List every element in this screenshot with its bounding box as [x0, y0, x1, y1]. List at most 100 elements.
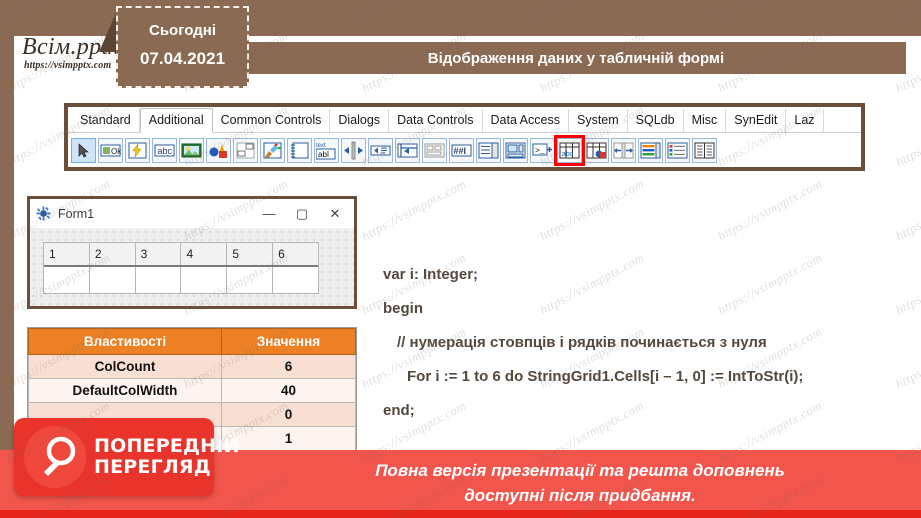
- palette-tab-system[interactable]: System: [569, 109, 628, 132]
- svg-text:>_: >_: [535, 147, 545, 156]
- form-designer-window: Form1 — ▢ ✕ 123456: [27, 196, 357, 309]
- grid-header-cell[interactable]: 2: [89, 243, 136, 265]
- grid-body-cell[interactable]: [89, 267, 136, 293]
- form-title-bar: Form1 — ▢ ✕: [30, 199, 354, 228]
- slide-title-bar: Відображення даних у табличній формі: [246, 42, 906, 74]
- property-name-cell: DefaultColWidth: [28, 378, 222, 403]
- component-palette: Standard Additional Common Controls Dialogs…: [64, 103, 865, 171]
- preview-badge-line2: ПЕРЕГЛЯД: [94, 456, 211, 478]
- bevel-icon[interactable]: [233, 137, 258, 163]
- property-value-cell: 40: [220, 378, 357, 403]
- pairsplitter-icon[interactable]: [611, 137, 636, 163]
- grid-body-cell[interactable]: [135, 267, 182, 293]
- svg-text:text: text: [316, 143, 326, 149]
- purchase-banner-line1: Повна версія презентації та решта доповн…: [375, 461, 785, 480]
- colorlistbox-icon[interactable]: [638, 137, 663, 163]
- svg-text:abI: abI: [318, 150, 329, 159]
- grid-header-row: 123456: [44, 243, 318, 267]
- magnifier-icon: [24, 426, 86, 488]
- applicationproperties-icon[interactable]: >_: [530, 137, 555, 163]
- code-line: begin: [383, 300, 423, 317]
- colorbox-icon[interactable]: [665, 137, 690, 163]
- preview-badge: ПОПЕРЕДНІЙ ПЕРЕГЛЯД: [14, 418, 239, 496]
- property-value-cell: 0: [220, 402, 357, 427]
- page-title: Відображення даних у табличній формі: [427, 49, 725, 67]
- labelededit-icon[interactable]: text abI: [314, 137, 339, 163]
- palette-tab-laz[interactable]: Laz: [786, 109, 824, 132]
- svg-text:##I: ##I: [454, 146, 467, 156]
- code-line: For i := 1 to 6 do StringGrid1.Cells[i –…: [407, 368, 804, 385]
- palette-tab-misc[interactable]: Misc: [684, 109, 727, 132]
- trayicon-icon[interactable]: [368, 137, 393, 163]
- palette-icon-row: Ok abc text abI ##I >_ abc: [68, 133, 861, 167]
- stringgrid-icon[interactable]: abc: [554, 134, 585, 166]
- date-value: 07.04.2021: [139, 49, 226, 68]
- grid-body-row: [44, 267, 318, 293]
- controlbar-icon[interactable]: [395, 137, 420, 163]
- flowpanel-icon[interactable]: [422, 137, 447, 163]
- close-icon[interactable]: ✕: [322, 206, 348, 222]
- grid-body-cell[interactable]: [227, 267, 274, 293]
- grid-header-cell[interactable]: 4: [181, 243, 228, 265]
- palette-tab-additional[interactable]: Additional: [139, 108, 213, 133]
- palette-tab-standard[interactable]: Standard: [72, 109, 140, 132]
- table-header-cell: Значення: [220, 328, 357, 355]
- grid-header-cell[interactable]: 1: [44, 243, 90, 265]
- table-row: ColCount 6: [28, 354, 357, 379]
- staticttext-icon[interactable]: abc: [152, 137, 177, 163]
- palette-tab-strip: Standard Additional Common Controls Dialogs…: [68, 107, 861, 133]
- palette-tab-data-controls[interactable]: Data Controls: [389, 109, 483, 132]
- notebook-icon[interactable]: [287, 137, 312, 163]
- string-grid-control[interactable]: 123456: [43, 242, 319, 294]
- drawgrid-icon[interactable]: [584, 137, 609, 163]
- shape-icon[interactable]: [206, 137, 231, 163]
- code-line: var i: Integer;: [383, 266, 479, 283]
- purchase-banner-line2: доступні після придбання.: [464, 486, 696, 505]
- palette-tab-dialogs[interactable]: Dialogs: [330, 109, 390, 132]
- splitter-icon[interactable]: [341, 137, 366, 163]
- grid-body-cell[interactable]: [273, 267, 318, 293]
- property-value-cell: 6: [220, 354, 357, 379]
- property-name-cell: ColCount: [28, 354, 222, 379]
- purchase-banner-text: Повна версія презентації та решта доповн…: [300, 458, 860, 508]
- form-design-canvas[interactable]: 123456: [30, 228, 354, 306]
- speedbutton-icon[interactable]: [125, 137, 150, 163]
- code-line: end;: [383, 402, 415, 419]
- maskedit-icon[interactable]: ##I: [449, 137, 474, 163]
- pointer-icon[interactable]: [71, 137, 96, 163]
- property-value-cell: 1: [220, 426, 357, 451]
- image-icon[interactable]: [179, 137, 204, 163]
- maximize-icon[interactable]: ▢: [289, 206, 315, 222]
- checklistbox-icon[interactable]: [476, 137, 501, 163]
- code-line: // нумерація стовпців і рядків починаєть…: [397, 334, 767, 351]
- grid-header-cell[interactable]: 3: [135, 243, 182, 265]
- app-icon: [36, 206, 51, 221]
- palette-bottom-edge: [68, 167, 861, 171]
- svg-text:abc: abc: [562, 151, 574, 158]
- palette-tab-sqldb[interactable]: SQLdb: [628, 109, 684, 132]
- table-header-row: Властивості Значення: [28, 328, 357, 355]
- preview-badge-text: ПОПЕРЕДНІЙ ПЕРЕГЛЯД: [94, 436, 240, 478]
- slide-frame: Всім.pptx https://vsimpptx.com Сьогодні …: [0, 0, 921, 518]
- form-caption: Form1: [58, 206, 95, 221]
- date-tab: Сьогодні 07.04.2021: [116, 6, 249, 88]
- scrollbox-icon[interactable]: [503, 137, 528, 163]
- svg-text:Ok: Ok: [111, 147, 121, 156]
- bitbtn-icon[interactable]: Ok: [98, 137, 123, 163]
- banner-bottom-strip: [0, 510, 921, 518]
- table-row: DefaultColWidth 40: [28, 378, 357, 403]
- grid-header-cell[interactable]: 6: [273, 243, 318, 265]
- grid-body-cell[interactable]: [181, 267, 228, 293]
- code-listing: var i: Integer; begin // нумерація стовпці…: [383, 258, 913, 428]
- palette-tab-common-controls[interactable]: Common Controls: [213, 109, 331, 132]
- grid-header-cell[interactable]: 5: [227, 243, 274, 265]
- grid-body-cell[interactable]: [44, 267, 90, 293]
- table-header-cell: Властивості: [28, 328, 222, 355]
- date-label: Сьогодні: [149, 22, 216, 39]
- palette-tab-synedit[interactable]: SynEdit: [726, 109, 787, 132]
- paintbox-icon[interactable]: [260, 137, 285, 163]
- minimize-icon[interactable]: —: [256, 206, 282, 221]
- svg-text:abc: abc: [158, 146, 173, 156]
- palette-tab-data-access[interactable]: Data Access: [483, 109, 569, 132]
- valuelisteditor-icon[interactable]: [692, 137, 717, 163]
